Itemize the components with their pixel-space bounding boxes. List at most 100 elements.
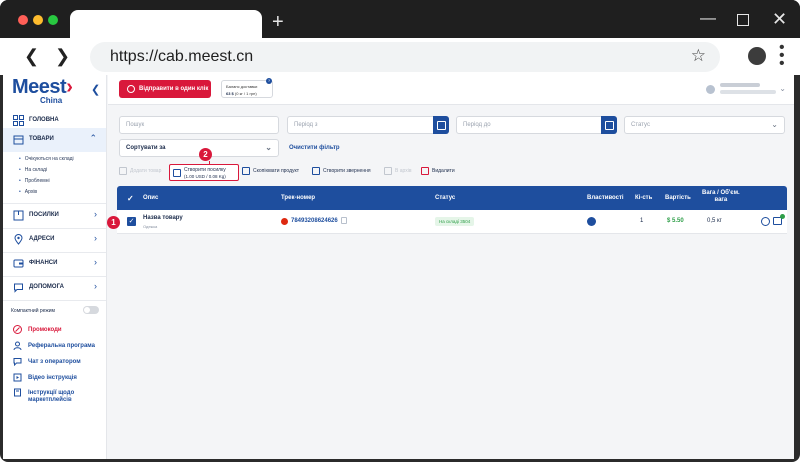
track-number[interactable]: 78493208624626 xyxy=(291,218,338,224)
sidebar-link-marketplace-instructions[interactable]: Інструкції щодо маркетплейсів xyxy=(13,388,74,403)
chevron-right-icon: › xyxy=(94,233,97,243)
create-package-button[interactable]: Створити посилку (1.00 USD / 0.08 Kg) xyxy=(169,164,239,181)
forward-icon[interactable]: ❯ xyxy=(55,46,70,66)
wallet-icon xyxy=(13,259,24,268)
new-tab-icon[interactable]: + xyxy=(272,10,284,34)
sidebar-link-chat[interactable]: Чат з оператором xyxy=(13,357,81,366)
search-input[interactable]: Пошук xyxy=(119,116,279,134)
sidebar-item-help[interactable]: ДОПОМОГА › xyxy=(3,276,106,300)
chevron-up-icon: ⌃ xyxy=(89,133,97,143)
table-header: ✓ Опис Трек-номер Статус Властивості Кі-… xyxy=(117,186,787,210)
maximize-window-dot[interactable] xyxy=(48,15,58,25)
china-flag-icon xyxy=(281,218,288,225)
profile-icon[interactable] xyxy=(748,47,766,65)
goods-name[interactable]: Назва товару xyxy=(143,215,183,221)
chat-icon xyxy=(13,358,22,366)
app-viewport: Meest› China ❮ ГОЛОВНА ТОВАРИ ⌃ Очікують… xyxy=(3,75,794,459)
close-window-dot[interactable] xyxy=(18,15,28,25)
back-icon[interactable]: ❮ xyxy=(24,46,39,66)
browser-navbar: ❮ ❯ https://cab.meest.cn ☆ xyxy=(0,38,800,75)
logo-sub-text: China xyxy=(40,96,63,105)
select-all-checkbox[interactable]: ✓ xyxy=(127,194,134,203)
sidebar-item-label: ПОСИЛКИ xyxy=(29,212,59,218)
add-icon xyxy=(119,167,127,175)
col-track[interactable]: Трек-номер xyxy=(281,195,315,201)
table-row[interactable]: ✓ Назва товару Одежка 78493208624626 На … xyxy=(117,210,787,234)
callout-line xyxy=(209,161,210,165)
user-email-blurred xyxy=(720,90,776,94)
minimize-window-dot[interactable] xyxy=(33,15,43,25)
price: $ 5.50 xyxy=(667,218,684,224)
sidebar-subitem-expected[interactable]: Очікуються на складі xyxy=(19,156,74,162)
box-icon xyxy=(13,135,24,145)
chevron-down-icon: ⌄ xyxy=(265,143,272,152)
calendar-icon[interactable] xyxy=(601,116,617,134)
percent-icon xyxy=(13,325,22,334)
browser-menu-icon[interactable]: • • • xyxy=(779,40,785,72)
sidebar-link-promocodes[interactable]: Промокоди xyxy=(13,325,62,334)
minimize-icon[interactable]: — xyxy=(700,9,716,29)
col-description[interactable]: Опис xyxy=(143,195,158,201)
video-icon xyxy=(13,373,22,382)
help-icon[interactable]: ? xyxy=(266,78,272,84)
meest-logo[interactable]: Meest› China xyxy=(12,76,82,105)
balance-value-line: 63 $ (0 кг / 1 грн) xyxy=(226,91,257,96)
user-name-blurred xyxy=(720,83,760,87)
package-icon xyxy=(173,169,181,177)
send-one-click-button[interactable]: Відправити в один клік xyxy=(119,80,211,98)
sidebar-subitem-problem[interactable]: Проблемні xyxy=(19,178,50,184)
archive-icon xyxy=(384,167,392,175)
clear-filter-link[interactable]: Очистити фільтр xyxy=(289,145,340,151)
col-properties[interactable]: Властивості xyxy=(587,195,624,201)
user-menu[interactable]: ⌄ xyxy=(706,83,786,97)
callout-badge-2: 2 xyxy=(199,148,212,161)
chevron-right-icon: › xyxy=(94,209,97,219)
status-select[interactable]: Статус ⌄ xyxy=(624,116,785,134)
browser-tab[interactable] xyxy=(70,10,262,38)
avatar xyxy=(706,85,715,94)
address-bar[interactable]: https://cab.meest.cn ☆ xyxy=(90,42,720,72)
period-from-field[interactable]: Період з xyxy=(287,116,449,134)
lightning-icon xyxy=(127,85,135,93)
col-qty[interactable]: Кі-сть xyxy=(635,195,652,201)
browser-titlebar: + — ✕ xyxy=(0,0,800,38)
callout-badge-1: 1 xyxy=(107,216,120,229)
sidebar-item-finance[interactable]: ФІНАНСИ › xyxy=(3,252,106,276)
compact-mode-toggle[interactable] xyxy=(83,306,99,314)
sidebar-subitem-archive[interactable]: Архів xyxy=(19,189,37,195)
col-weight[interactable]: Вага / Об'єм. вага xyxy=(702,190,740,204)
user-icon xyxy=(13,341,22,350)
compact-mode-label: Компактний режим xyxy=(11,308,55,314)
delivery-balance: Баланс доставки 63 $ (0 кг / 1 грн) xyxy=(221,80,273,98)
sidebar-item-parcels[interactable]: ПОСИЛКИ › xyxy=(3,204,106,228)
details-icon[interactable] xyxy=(761,217,770,226)
goods-category: Одежка xyxy=(143,224,158,229)
sidebar-link-referral[interactable]: Реферальна програма xyxy=(13,341,95,350)
bookmark-star-icon[interactable]: ☆ xyxy=(691,46,706,66)
url-text: https://cab.meest.cn xyxy=(110,48,254,65)
balance-label: Баланс доставки xyxy=(226,84,258,89)
sidebar-link-video[interactable]: Відео інструкція xyxy=(13,373,77,382)
sidebar-item-addresses[interactable]: АДРЕСИ › xyxy=(3,228,106,252)
sidebar-subitem-in-stock[interactable]: На складі xyxy=(19,167,47,173)
chevron-down-icon: ⌄ xyxy=(771,120,778,129)
row-checkbox[interactable]: ✓ xyxy=(127,217,136,226)
period-to-field[interactable]: Період до xyxy=(456,116,617,134)
copy-track-icon[interactable] xyxy=(341,217,347,224)
sidebar-item-goods[interactable]: ТОВАРИ ⌃ xyxy=(3,128,106,152)
top-header: Відправити в один клік Баланс доставки 6… xyxy=(108,75,794,105)
message-icon[interactable] xyxy=(773,214,785,225)
maximize-icon[interactable] xyxy=(737,14,749,26)
collapse-sidebar-icon[interactable]: ❮ xyxy=(91,83,100,96)
col-status[interactable]: Статус xyxy=(435,195,455,201)
location-pin-icon xyxy=(14,234,23,245)
envelope-icon xyxy=(312,167,320,175)
weight: 0,5 кг xyxy=(707,218,722,224)
calendar-icon[interactable] xyxy=(433,116,449,134)
close-icon[interactable]: ✕ xyxy=(772,9,787,29)
logo-main-text: Meest› xyxy=(12,76,73,98)
sidebar-item-label: ДОПОМОГА xyxy=(29,284,64,290)
col-price[interactable]: Вартість xyxy=(665,195,691,201)
chat-bubble-icon xyxy=(14,283,23,293)
sidebar-item-label: АДРЕСИ xyxy=(29,236,55,242)
